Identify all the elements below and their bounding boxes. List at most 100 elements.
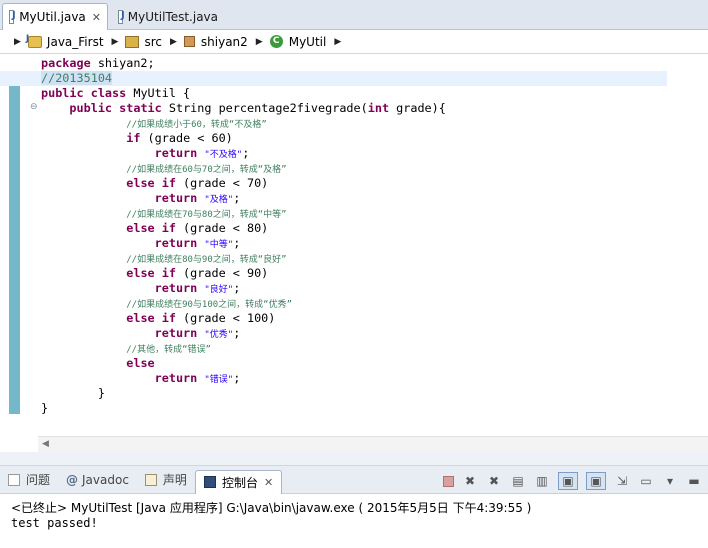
panel-sash[interactable]: [0, 452, 708, 466]
tab-console[interactable]: 控制台 ✕: [194, 469, 283, 494]
remove-launch-icon[interactable]: ✖: [462, 473, 478, 489]
code-line: //如果成绩在70与80之间，转成“中等”: [41, 206, 667, 221]
breadcrumb: ▶ Java_First ▶ src ▶ shiyan2 ▶ C MyUtil …: [0, 30, 708, 54]
keyword: public static: [69, 101, 162, 115]
keyword: else if: [126, 311, 176, 325]
chevron-right-icon[interactable]: ▶: [256, 37, 263, 47]
code-text-span: }: [41, 401, 49, 415]
keyword: else: [126, 356, 155, 370]
chevron-right-icon[interactable]: ▶: [112, 37, 119, 47]
code-text[interactable]: package shiyan2; //20135104 public class…: [0, 56, 667, 416]
breadcrumb-src-label: src: [144, 34, 162, 49]
comment: //如果成绩在90与100之间，转成“优秀”: [126, 300, 293, 310]
chevron-right-icon[interactable]: ▶: [334, 37, 341, 47]
keyword: return: [154, 326, 198, 340]
tab-myutiltest-java[interactable]: MyUtilTest.java: [112, 3, 224, 30]
keyword: else if: [126, 176, 176, 190]
fold-collapse-icon[interactable]: ⊖: [30, 102, 38, 112]
package-icon: [183, 36, 195, 47]
terminate-icon[interactable]: [443, 475, 454, 487]
display-console-icon[interactable]: ▭: [638, 473, 654, 489]
scroll-left-arrow-icon[interactable]: ◀: [42, 439, 49, 449]
breadcrumb-src[interactable]: src: [125, 35, 162, 49]
comment: //如果成绩小于60，转成“不及格”: [126, 120, 267, 130]
tab-declaration[interactable]: 声明: [137, 468, 195, 492]
code-line: return "中等";: [41, 236, 667, 251]
code-text-span: (grade < 60): [140, 131, 233, 145]
string-literal: "中等": [204, 240, 234, 250]
chevron-right-icon[interactable]: ▶: [170, 37, 177, 47]
code-text-span: ;: [242, 146, 250, 160]
chevron-right-icon[interactable]: ▶: [14, 37, 21, 47]
breadcrumb-class-label: MyUtil: [288, 34, 327, 49]
pin-console-icon[interactable]: ⇲: [614, 473, 630, 489]
quick-diff-bar: [9, 85, 20, 414]
string-literal: "不及格": [204, 150, 243, 160]
tab-problems[interactable]: 问题: [0, 468, 58, 492]
code-text-span: ;: [233, 191, 241, 205]
tab-problems-label: 问题: [26, 473, 51, 487]
code-text-span: grade){: [389, 101, 446, 115]
remove-all-terminated-icon[interactable]: ✖: [486, 473, 502, 489]
breadcrumb-project[interactable]: Java_First: [26, 34, 104, 49]
tab-console-label: 控制台: [221, 475, 258, 490]
tab-myutil-java[interactable]: MyUtil.java ✕: [2, 3, 108, 30]
code-text-span: (grade < 70): [175, 176, 269, 190]
problems-icon: [8, 473, 20, 486]
code-text-span: MyUtil {: [126, 86, 191, 100]
tab-declaration-label: 声明: [162, 473, 187, 487]
comment: //如果成绩在80与90之间，转成“良好”: [126, 255, 287, 265]
java-file-icon: [118, 9, 124, 24]
code-line: return "及格";: [41, 191, 667, 206]
keyword: return: [154, 371, 198, 385]
console-toolbar: ✖ ✖ ▤ ▥ ▣ ▣ ⇲ ▭ ▾ ▬: [443, 470, 702, 492]
code-editor[interactable]: ⊖ package shiyan2; //20135104 public cla…: [0, 55, 708, 437]
code-line: else: [41, 356, 667, 371]
keyword: return: [154, 146, 198, 160]
string-literal: "良好": [204, 285, 234, 295]
console-output: test passed!: [11, 516, 98, 530]
string-literal: "错误": [204, 375, 234, 385]
breadcrumb-package[interactable]: shiyan2: [183, 34, 248, 49]
tab-javadoc[interactable]: @ Javadoc: [58, 468, 137, 492]
code-line: public static String percentage2fivegrad…: [41, 101, 667, 116]
show-on-stderr-icon[interactable]: ▣: [586, 472, 606, 490]
keyword: return: [154, 236, 198, 250]
code-line: return "良好";: [41, 281, 667, 296]
minimize-icon[interactable]: ▬: [686, 473, 702, 489]
code-line: //如果成绩在80与90之间，转成“良好”: [41, 251, 667, 266]
chevron-down-icon[interactable]: ▾: [662, 473, 678, 489]
clear-console-icon[interactable]: ▤: [510, 473, 526, 489]
show-on-stdout-icon[interactable]: ▣: [558, 472, 578, 490]
code-line: return "不及格";: [41, 146, 667, 161]
breadcrumb-package-label: shiyan2: [200, 34, 248, 49]
keyword: return: [154, 281, 198, 295]
horizontal-scrollbar[interactable]: ◀: [38, 436, 708, 452]
code-text-span: (grade < 80): [175, 221, 269, 235]
code-text-span: shiyan2;: [90, 56, 155, 70]
editor-tab-bar: MyUtil.java ✕ MyUtilTest.java: [0, 0, 708, 30]
keyword: int: [367, 101, 390, 115]
breadcrumb-project-label: Java_First: [46, 34, 104, 49]
class-icon: C: [269, 35, 283, 48]
keyword: package: [41, 56, 91, 70]
breadcrumb-class[interactable]: C MyUtil: [269, 34, 327, 49]
code-text-span: ;: [233, 236, 241, 250]
code-text-span: ;: [233, 326, 241, 340]
console-icon: [203, 476, 216, 488]
code-line: public class MyUtil {: [41, 86, 667, 101]
code-line: else if (grade < 70): [41, 176, 667, 191]
keyword: if: [126, 131, 141, 145]
console-view[interactable]: <已终止> MyUtilTest [Java 应用程序] G:\Java\bin…: [0, 494, 708, 548]
code-line: return "优秀";: [41, 326, 667, 341]
code-line: }: [41, 386, 667, 401]
code-line: package shiyan2;: [41, 56, 667, 71]
code-text-span: }: [97, 386, 105, 400]
close-icon[interactable]: ✕: [264, 476, 273, 489]
scroll-lock-icon[interactable]: ▥: [534, 473, 550, 489]
source-folder-icon: [125, 35, 140, 48]
code-line: else if (grade < 90): [41, 266, 667, 281]
at-sign-icon: @: [66, 472, 79, 487]
code-line: //其他，转成“错误”: [41, 341, 667, 356]
close-icon[interactable]: ✕: [92, 11, 101, 24]
